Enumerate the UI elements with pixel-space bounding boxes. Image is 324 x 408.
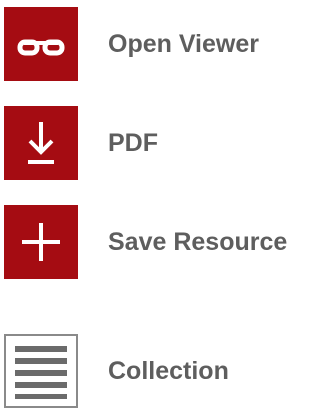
pdf-button[interactable]: PDF xyxy=(4,106,324,180)
open-viewer-tile[interactable] xyxy=(4,7,78,81)
save-resource-tile[interactable] xyxy=(4,205,78,279)
collection-tile[interactable] xyxy=(4,334,78,408)
pdf-label: PDF xyxy=(108,129,158,157)
save-resource-label: Save Resource xyxy=(108,228,288,256)
list-lines-icon xyxy=(15,346,67,399)
collection-button[interactable]: Collection xyxy=(4,334,324,408)
collection-label: Collection xyxy=(108,357,229,385)
download-icon xyxy=(28,122,54,164)
save-resource-button[interactable]: Save Resource xyxy=(4,205,324,279)
pdf-tile[interactable] xyxy=(4,106,78,180)
plus-icon xyxy=(22,223,60,261)
glasses-icon xyxy=(17,39,65,56)
open-viewer-button[interactable]: Open Viewer xyxy=(4,7,324,81)
open-viewer-label: Open Viewer xyxy=(108,30,259,58)
